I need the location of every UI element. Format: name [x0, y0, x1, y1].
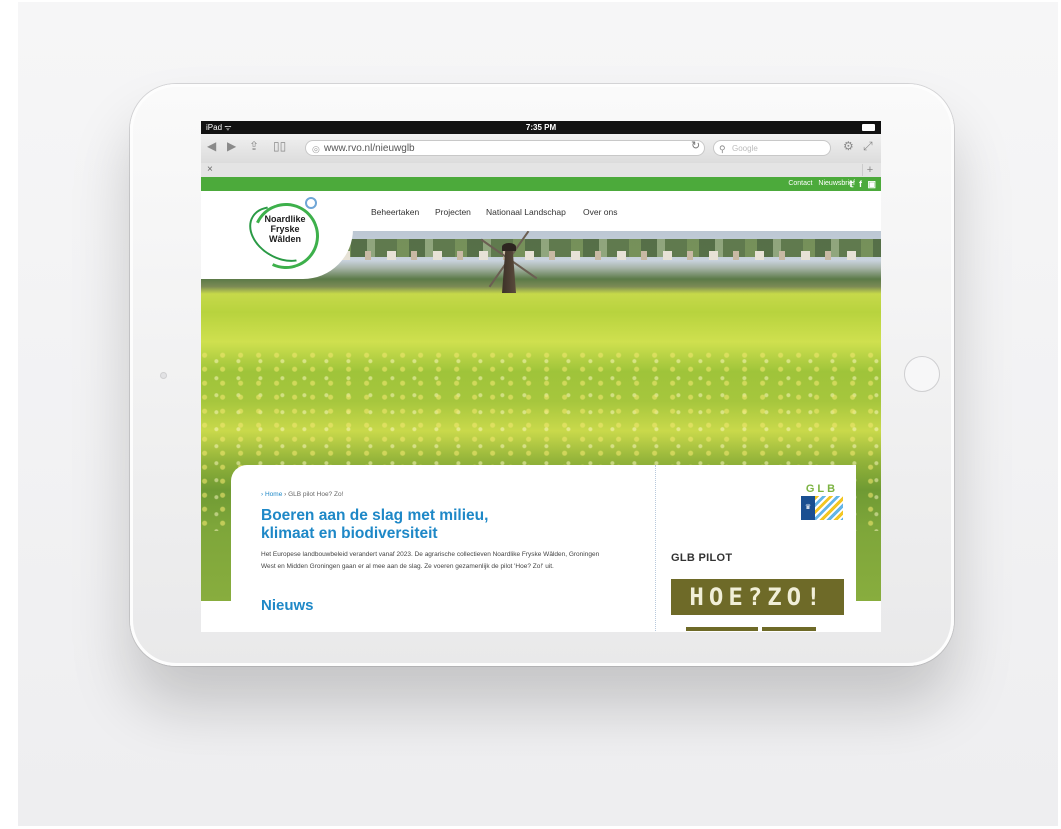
twitter-icon[interactable]: 𝕥: [849, 179, 853, 189]
contact-link[interactable]: Contact: [788, 180, 812, 187]
breadcrumb-home[interactable]: › Home: [261, 491, 282, 498]
glb-logo[interactable]: GLB ♛: [801, 483, 843, 520]
search-icon: ⚲: [719, 144, 726, 154]
page-title: Boeren aan de slag met milieu, klimaat e…: [261, 507, 601, 543]
address-bar[interactable]: ◎ www.rvo.nl/nieuwglb: [305, 140, 705, 156]
search-placeholder: Google: [732, 144, 758, 153]
close-tab-icon[interactable]: ×: [207, 163, 213, 177]
reload-icon[interactable]: ↻: [691, 139, 700, 152]
breadcrumb-current: › GLB pilot Hoe? Zo!: [282, 491, 344, 498]
bookmarks-icon[interactable]: ▯▯: [273, 139, 286, 153]
ipad-screen: iPad ᯤ 7:35 PM ◀ ▶ ⇪ ▯▯ ◎ www.rvo.nl/nie…: [201, 121, 881, 632]
tab-bar: × +: [201, 163, 881, 178]
site-logo[interactable]: Noardlike Fryske Wâlden: [201, 191, 353, 279]
logo-pin: [305, 197, 317, 209]
windmill: [480, 230, 538, 293]
share-icon[interactable]: ⇪: [249, 139, 259, 153]
hoezo-banner[interactable]: HOE?ZO!: [671, 579, 844, 615]
crown-icon: ♛: [801, 496, 815, 520]
nav-beheertaken[interactable]: Beheertaken: [371, 207, 419, 217]
breadcrumb: › Home › GLB pilot Hoe? Zo!: [261, 491, 343, 498]
sidebar: GLB ♛ GLB PILOT HOE?ZO!: [655, 465, 856, 632]
glb-pilot-heading: GLB PILOT: [671, 552, 733, 564]
url-text: www.rvo.nl/nieuwglb: [324, 143, 415, 154]
browser-toolbar: ◀ ▶ ⇪ ▯▯ ◎ www.rvo.nl/nieuwglb ↻ ⚲ Googl…: [201, 134, 881, 164]
settings-icon[interactable]: ⚙: [843, 139, 854, 153]
page-title-line-2: klimaat en biodiversiteit: [261, 525, 438, 542]
fullscreen-icon[interactable]: ⤢: [863, 139, 873, 154]
website: Contact Nieuwsbrief 𝕥 f ▣ Beheertaken Pr…: [201, 177, 881, 632]
facebook-icon[interactable]: f: [859, 179, 862, 189]
news-heading: Nieuws: [261, 597, 314, 614]
logo-text: Noardlike Fryske Wâlden: [253, 214, 317, 244]
nav-nationaal-landschap[interactable]: Nationaal Landschap: [486, 207, 566, 217]
main-content: › Home › GLB pilot Hoe? Zo! Boeren aan d…: [231, 465, 655, 632]
search-input[interactable]: ⚲ Google: [713, 140, 831, 156]
camera: [160, 372, 167, 379]
home-button[interactable]: [904, 356, 940, 392]
battery-icon: [862, 124, 875, 131]
nav-projecten[interactable]: Projecten: [435, 207, 471, 217]
back-icon[interactable]: ◀: [207, 139, 216, 153]
nav-over-ons[interactable]: Over ons: [583, 207, 618, 217]
waves-icon: [815, 496, 843, 520]
forward-icon[interactable]: ▶: [227, 139, 236, 153]
clock: 7:35 PM: [525, 123, 557, 132]
youtube-icon[interactable]: ▣: [867, 179, 876, 189]
logo-line-3: Wâlden: [268, 234, 301, 244]
top-utility-bar: Contact Nieuwsbrief 𝕥 f ▣: [201, 177, 881, 191]
logo-line-2: Fryske: [270, 224, 300, 234]
page-title-line-1: Boeren aan de slag met milieu,: [261, 507, 489, 524]
new-tab-button[interactable]: +: [862, 164, 877, 176]
status-bar: iPad ᯤ 7:35 PM: [201, 121, 881, 134]
sidebar-tabs-peek: [686, 627, 836, 631]
intro-text: Het Europese landbouwbeleid verandert va…: [261, 551, 600, 570]
logo-line-1: Noardlike: [264, 214, 306, 224]
site-icon: ◎: [312, 144, 320, 154]
glb-logo-text: GLB: [805, 483, 839, 495]
village-houses: [341, 251, 861, 260]
